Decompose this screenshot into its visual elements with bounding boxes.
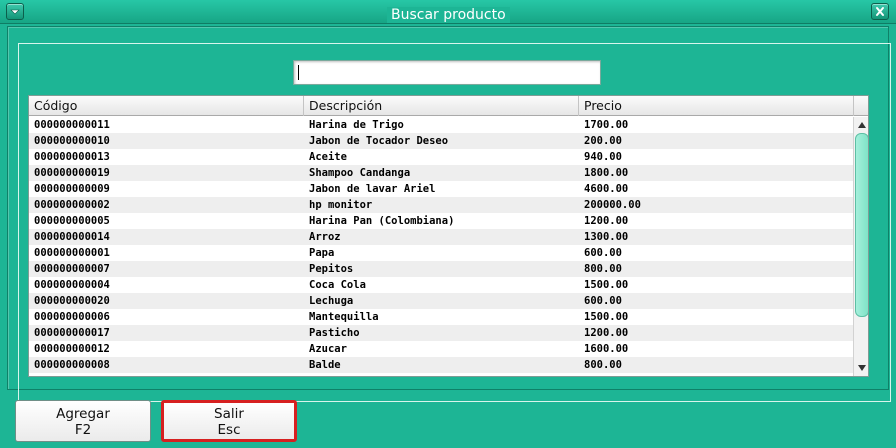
cell-precio: 200.00	[584, 135, 622, 147]
cell-precio: 1200.00	[584, 327, 629, 339]
cell-codigo: 000000000005	[34, 215, 110, 227]
cell-descripcion: Harina de Trigo	[309, 119, 404, 131]
cell-precio: 1500.00	[584, 279, 629, 291]
cell-precio: 1800.00	[584, 167, 629, 179]
table-row[interactable]: 000000000019 Shampoo Candanga 1800.00	[29, 165, 853, 181]
table-header: Código Descripción Precio	[29, 96, 868, 116]
cell-precio: 600.00	[584, 247, 622, 259]
search-legend: Buscar producto	[387, 7, 510, 23]
cell-codigo: 000000000008	[34, 359, 110, 371]
cell-descripcion: Arroz	[309, 231, 341, 243]
close-icon	[876, 7, 884, 16]
cell-precio: 1700.00	[584, 119, 629, 131]
table-row[interactable]: 000000000020 Lechuga 600.00	[29, 293, 853, 309]
cell-precio: 940.00	[584, 151, 622, 163]
agregar-shortcut: F2	[74, 422, 92, 438]
cell-precio: 800.00	[584, 263, 622, 275]
column-header-descripcion[interactable]: Descripción	[304, 96, 579, 116]
salir-button[interactable]: Salir Esc	[161, 400, 297, 442]
agregar-button[interactable]: Agregar F2	[15, 400, 151, 442]
table-row[interactable]: 000000000013 Aceite 940.00	[29, 149, 853, 165]
cell-codigo: 000000000006	[34, 311, 110, 323]
scroll-thumb[interactable]	[855, 133, 868, 317]
products-table: Código Descripción Precio 000000000011 Ha…	[28, 95, 869, 377]
column-header-precio[interactable]: Precio	[579, 96, 854, 116]
table-row[interactable]: 000000000008 Balde 800.00	[29, 357, 853, 373]
cell-descripcion: Mantequilla	[309, 311, 379, 323]
column-header-codigo[interactable]: Código	[29, 96, 304, 116]
cell-descripcion: Balde	[309, 359, 341, 371]
scroll-down-button[interactable]	[854, 360, 868, 376]
cell-codigo: 000000000007	[34, 263, 110, 275]
close-button[interactable]	[871, 3, 889, 20]
cell-descripcion: Azucar	[309, 343, 347, 355]
cell-descripcion: Coca Cola	[309, 279, 366, 291]
cell-codigo: 000000000019	[34, 167, 110, 179]
table-row[interactable]: 000000000011 Harina de Trigo 1700.00	[29, 117, 853, 133]
cell-descripcion: Papa	[309, 247, 335, 259]
cell-precio: 800.00	[584, 359, 622, 371]
agregar-label: Agregar	[56, 406, 110, 422]
cell-codigo: 000000000020	[34, 295, 110, 307]
cell-precio: 4600.00	[584, 183, 629, 195]
salir-label: Salir	[214, 406, 244, 422]
table-row[interactable]: 000000000004 Coca Cola 1500.00	[29, 277, 853, 293]
table-row[interactable]: 000000000007 Pepitos 800.00	[29, 261, 853, 277]
arrow-down-icon	[858, 365, 866, 371]
cell-codigo: 000000000009	[34, 183, 110, 195]
table-row[interactable]: 000000000017 Pasticho 1200.00	[29, 325, 853, 341]
search-input[interactable]	[293, 60, 601, 85]
chevron-down-icon	[10, 9, 20, 15]
cell-precio: 1300.00	[584, 231, 629, 243]
cell-codigo: 000000000013	[34, 151, 110, 163]
cell-codigo: 000000000001	[34, 247, 110, 259]
vertical-scrollbar[interactable]	[853, 117, 868, 376]
cell-descripcion: Jabon de lavar Ariel	[309, 183, 436, 195]
cell-descripcion: hp monitor	[309, 199, 373, 211]
table-row[interactable]: 000000000001 Papa 600.00	[29, 245, 853, 261]
table-row[interactable]: 000000000012 Azucar 1600.00	[29, 341, 853, 357]
table-row[interactable]: 000000000002 hp monitor 200000.00	[29, 197, 853, 213]
window-menu-button[interactable]	[6, 3, 24, 20]
cell-precio: 1600.00	[584, 343, 629, 355]
table-row[interactable]: 000000000005 Harina Pan (Colombiana) 1200.…	[29, 213, 853, 229]
cell-precio: 600.00	[584, 295, 622, 307]
cell-descripcion: Jabon de Tocador Deseo	[309, 135, 449, 147]
cell-descripcion: Pasticho	[309, 327, 360, 339]
salir-shortcut: Esc	[217, 422, 241, 438]
cell-codigo: 000000000010	[34, 135, 110, 147]
cell-codigo: 000000000017	[34, 327, 110, 339]
cell-descripcion: Shampoo Candanga	[309, 167, 411, 179]
text-caret	[298, 65, 299, 80]
table-row[interactable]: 000000000010 Jabon de Tocador Deseo 200.00	[29, 133, 853, 149]
table-row[interactable]: 000000000009 Jabon de lavar Ariel 4600.00	[29, 181, 853, 197]
cell-codigo: 000000000004	[34, 279, 110, 291]
cell-descripcion: Aceite	[309, 151, 347, 163]
table-row[interactable]: 000000000014 Arroz 1300.00	[29, 229, 853, 245]
table-body: 000000000011 Harina de Trigo 1700.00 000000…	[29, 117, 853, 376]
cell-codigo: 000000000002	[34, 199, 110, 211]
table-row[interactable]: 000000000006 Mantequilla 1500.00	[29, 309, 853, 325]
cell-descripcion: Harina Pan (Colombiana)	[309, 215, 455, 227]
cell-precio: 1200.00	[584, 215, 629, 227]
cell-codigo: 000000000014	[34, 231, 110, 243]
cell-descripcion: Pepitos	[309, 263, 354, 275]
cell-codigo: 000000000011	[34, 119, 110, 131]
cell-descripcion: Lechuga	[309, 295, 354, 307]
scroll-up-button[interactable]	[854, 117, 868, 133]
cell-precio: 1500.00	[584, 311, 629, 323]
cell-precio: 200000.00	[584, 199, 641, 211]
arrow-up-icon	[858, 122, 866, 128]
cell-codigo: 000000000012	[34, 343, 110, 355]
